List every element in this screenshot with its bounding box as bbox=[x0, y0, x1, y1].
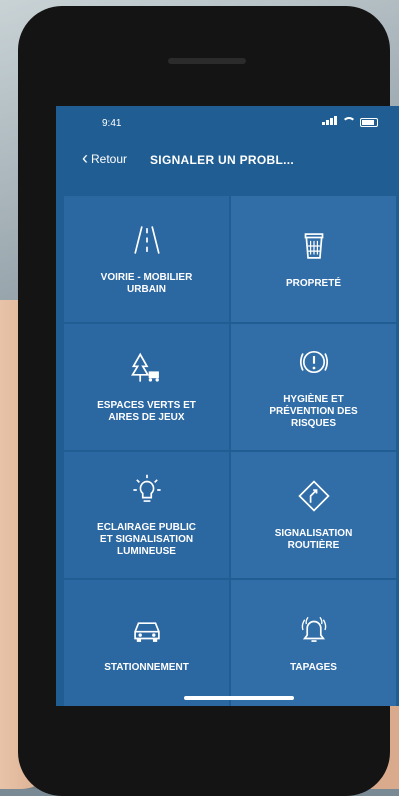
tile-label: SIGNALISATION ROUTIÈRE bbox=[274, 527, 353, 551]
tile-eclairage[interactable]: ECLAIRAGE PUBLIC ET SIGNALISATION LUMINE… bbox=[64, 452, 229, 578]
tile-label: STATIONNEMENT bbox=[104, 661, 189, 673]
page-title: SIGNALER UN PROBL... bbox=[150, 153, 295, 167]
tile-tapages[interactable]: TAPAGES bbox=[231, 580, 396, 706]
tile-label: HYGIÈNE ET PRÉVENTION DES RISQUES bbox=[269, 393, 358, 429]
lightbulb-icon bbox=[130, 473, 164, 512]
road-icon bbox=[130, 223, 164, 262]
tile-label: ECLAIRAGE PUBLIC ET SIGNALISATION LUMINE… bbox=[97, 521, 196, 557]
back-label: Retour bbox=[91, 152, 128, 166]
trash-icon bbox=[297, 229, 331, 268]
tile-label: PROPRETÉ bbox=[285, 277, 341, 289]
car-icon bbox=[130, 613, 164, 652]
status-bar: 9:41 bbox=[56, 106, 399, 136]
category-grid: VOIRIE - MOBILIER URBAIN PROPRETÉ ESPACE… bbox=[64, 196, 396, 706]
phone-device: 9:41 ‹ Retour SIGNALER UN PROBL... VOIRI… bbox=[18, 6, 399, 796]
tree-icon bbox=[130, 351, 164, 390]
alarm-bell-icon bbox=[297, 613, 331, 652]
signal-icon bbox=[322, 116, 338, 128]
tile-label: VOIRIE - MOBILIER URBAIN bbox=[100, 271, 193, 295]
tile-signalisation-routiere[interactable]: SIGNALISATION ROUTIÈRE bbox=[231, 452, 396, 578]
tile-label: ESPACES VERTS ET AIRES DE JEUX bbox=[97, 399, 196, 423]
back-button[interactable]: ‹ Retour bbox=[82, 148, 128, 168]
tile-voirie[interactable]: VOIRIE - MOBILIER URBAIN bbox=[64, 196, 229, 322]
tile-stationnement[interactable]: STATIONNEMENT bbox=[64, 580, 229, 706]
tile-label: TAPAGES bbox=[290, 661, 337, 673]
tile-proprete[interactable]: PROPRETÉ bbox=[231, 196, 396, 322]
chevron-left-icon: ‹ bbox=[82, 148, 88, 168]
speaker-grille bbox=[168, 58, 246, 64]
status-icons bbox=[322, 116, 378, 128]
navigation-bar: ‹ Retour SIGNALER UN PROBL... bbox=[56, 146, 399, 176]
status-time: 9:41 bbox=[102, 118, 122, 129]
wifi-icon bbox=[342, 117, 356, 127]
home-indicator[interactable] bbox=[184, 696, 294, 700]
road-sign-icon bbox=[297, 479, 331, 518]
tile-espaces-verts[interactable]: ESPACES VERTS ET AIRES DE JEUX bbox=[64, 324, 229, 450]
battery-icon bbox=[360, 117, 378, 127]
warning-icon bbox=[297, 345, 331, 384]
tile-hygiene[interactable]: HYGIÈNE ET PRÉVENTION DES RISQUES bbox=[231, 324, 396, 450]
app-screen: 9:41 ‹ Retour SIGNALER UN PROBL... VOIRI… bbox=[56, 106, 399, 706]
